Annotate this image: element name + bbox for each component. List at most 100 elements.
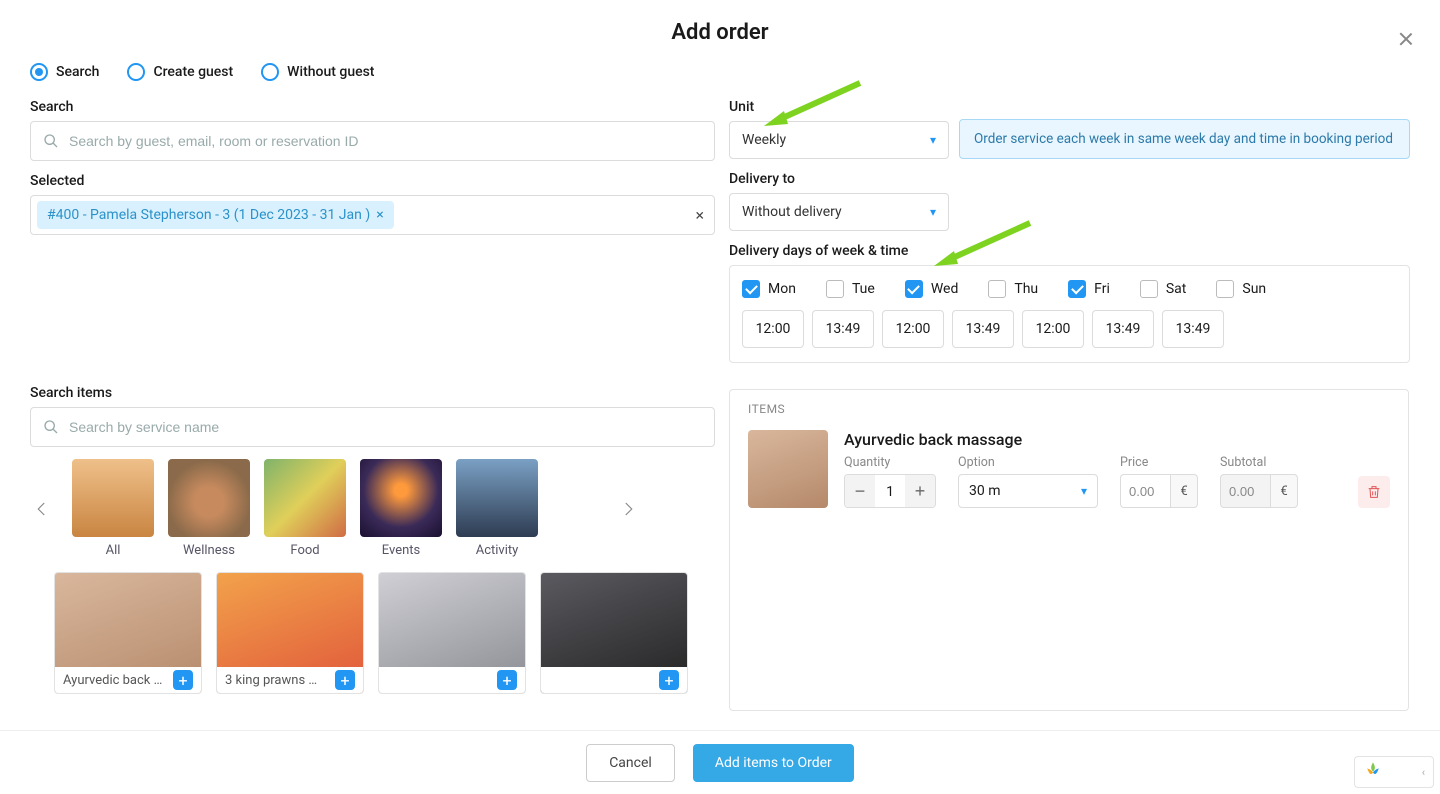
- brand-widget[interactable]: ‹: [1354, 756, 1434, 788]
- add-service-icon[interactable]: +: [335, 670, 355, 690]
- carousel-next-icon[interactable]: [616, 489, 640, 529]
- service-card-title: 3 king prawns …: [225, 673, 317, 688]
- chip-remove-icon[interactable]: ×: [376, 207, 383, 223]
- category-label: Food: [264, 543, 346, 558]
- search-icon: [43, 419, 59, 435]
- category-list: All Wellness Food Events: [72, 459, 538, 558]
- chevron-down-icon: ▾: [930, 205, 936, 219]
- checkbox-icon: [905, 280, 923, 298]
- time-slot[interactable]: 13:49: [1092, 310, 1154, 348]
- dow-sun[interactable]: Sun: [1216, 280, 1266, 298]
- delivery-label: Delivery to: [729, 171, 1410, 187]
- category-label: All: [72, 543, 154, 558]
- checkbox-icon: [826, 280, 844, 298]
- search-label: Search: [30, 99, 715, 115]
- add-service-icon[interactable]: +: [497, 670, 517, 690]
- dow-day-label: Wed: [931, 281, 959, 297]
- items-header: ITEMS: [748, 402, 1390, 416]
- selected-chip: #400 - Pamela Stepherson - 3 (1 Dec 2023…: [37, 201, 394, 229]
- category-food[interactable]: Food: [264, 459, 346, 558]
- option-select[interactable]: 30 m ▾: [958, 474, 1098, 508]
- selected-box[interactable]: #400 - Pamela Stepherson - 3 (1 Dec 2023…: [30, 195, 715, 235]
- subtotal-field: [1220, 474, 1270, 508]
- time-slot[interactable]: 12:00: [1022, 310, 1084, 348]
- add-service-icon[interactable]: +: [659, 670, 679, 690]
- time-slot[interactable]: 13:49: [952, 310, 1014, 348]
- dow-label: Delivery days of week & time: [729, 243, 1410, 259]
- category-thumb: [360, 459, 442, 537]
- dow-thu[interactable]: Thu: [988, 280, 1038, 298]
- dow-times-row: 12:00 13:49 12:00 13:49 12:00 13:49 13:4…: [742, 310, 1397, 348]
- radio-icon: [30, 63, 48, 81]
- chip-text: #400 - Pamela Stepherson - 3 (1 Dec 2023…: [47, 207, 370, 223]
- cancel-button[interactable]: Cancel: [586, 744, 675, 782]
- dow-fri[interactable]: Fri: [1068, 280, 1110, 298]
- time-slot[interactable]: 13:49: [1162, 310, 1224, 348]
- dow-wed[interactable]: Wed: [905, 280, 959, 298]
- qty-value: 1: [875, 475, 905, 507]
- time-slot[interactable]: 12:00: [742, 310, 804, 348]
- service-card[interactable]: +: [378, 572, 526, 694]
- category-thumb: [456, 459, 538, 537]
- guest-mode-radios: Search Create guest Without guest: [30, 63, 1410, 81]
- add-items-button[interactable]: Add items to Order: [693, 744, 854, 782]
- category-all[interactable]: All: [72, 459, 154, 558]
- qty-plus-button[interactable]: +: [905, 475, 935, 507]
- service-card[interactable]: 3 king prawns … +: [216, 572, 364, 694]
- add-service-icon[interactable]: +: [173, 670, 193, 690]
- clear-all-icon[interactable]: ×: [695, 206, 704, 225]
- radio-search[interactable]: Search: [30, 63, 99, 81]
- dow-tue[interactable]: Tue: [826, 280, 875, 298]
- dow-day-label: Mon: [768, 281, 796, 297]
- price-field[interactable]: [1120, 474, 1170, 508]
- search-items-label: Search items: [30, 385, 715, 401]
- search-items-input-wrap[interactable]: [30, 407, 715, 447]
- unit-value: Weekly: [742, 132, 786, 148]
- checkbox-icon: [1140, 280, 1158, 298]
- category-label: Wellness: [168, 543, 250, 558]
- category-events[interactable]: Events: [360, 459, 442, 558]
- service-card[interactable]: Ayurvedic back … +: [54, 572, 202, 694]
- line-item-title: Ayurvedic back massage: [844, 430, 1390, 449]
- dow-sat[interactable]: Sat: [1140, 280, 1187, 298]
- quantity-stepper[interactable]: − 1 +: [844, 474, 936, 508]
- category-activity[interactable]: Activity: [456, 459, 538, 558]
- remove-item-button[interactable]: [1358, 476, 1390, 508]
- delivery-select[interactable]: Without delivery ▾: [729, 193, 949, 231]
- unit-label: Unit: [729, 99, 949, 115]
- qty-minus-button[interactable]: −: [845, 475, 875, 507]
- option-value: 30 m: [969, 483, 1001, 499]
- radio-label: Without guest: [287, 64, 374, 80]
- line-item-thumb: [748, 430, 828, 508]
- delivery-value: Without delivery: [742, 204, 842, 220]
- chevron-down-icon: ▾: [930, 133, 936, 147]
- search-input-wrap[interactable]: [30, 121, 715, 161]
- category-wellness[interactable]: Wellness: [168, 459, 250, 558]
- service-card[interactable]: +: [540, 572, 688, 694]
- modal-title: Add order: [30, 20, 1410, 45]
- category-thumb: [72, 459, 154, 537]
- price-input-group[interactable]: €: [1120, 474, 1198, 508]
- unit-info-banner: Order service each week in same week day…: [959, 119, 1410, 159]
- dow-day-label: Fri: [1094, 281, 1110, 297]
- time-slot[interactable]: 13:49: [812, 310, 874, 348]
- items-panel: ITEMS Ayurvedic back massage Quantity − …: [729, 389, 1409, 711]
- checkbox-icon: [1068, 280, 1086, 298]
- dow-mon[interactable]: Mon: [742, 280, 796, 298]
- unit-select[interactable]: Weekly ▾: [729, 121, 949, 159]
- search-items-input[interactable]: [31, 419, 714, 435]
- subtotal-input-group: €: [1220, 474, 1298, 508]
- close-icon[interactable]: [1396, 30, 1416, 50]
- time-slot[interactable]: 12:00: [882, 310, 944, 348]
- currency-label: €: [1270, 474, 1298, 508]
- dow-day-label: Tue: [852, 281, 875, 297]
- search-input[interactable]: [31, 133, 714, 149]
- dow-box: Mon Tue Wed Thu Fri Sat Sun 12:00 13:49 …: [729, 265, 1410, 363]
- price-label: Price: [1120, 455, 1198, 470]
- category-thumb: [264, 459, 346, 537]
- radio-create-guest[interactable]: Create guest: [127, 63, 233, 81]
- carousel-prev-icon[interactable]: [30, 489, 54, 529]
- category-label: Activity: [456, 543, 538, 558]
- radio-without-guest[interactable]: Without guest: [261, 63, 374, 81]
- service-card-title: Ayurvedic back …: [63, 673, 162, 688]
